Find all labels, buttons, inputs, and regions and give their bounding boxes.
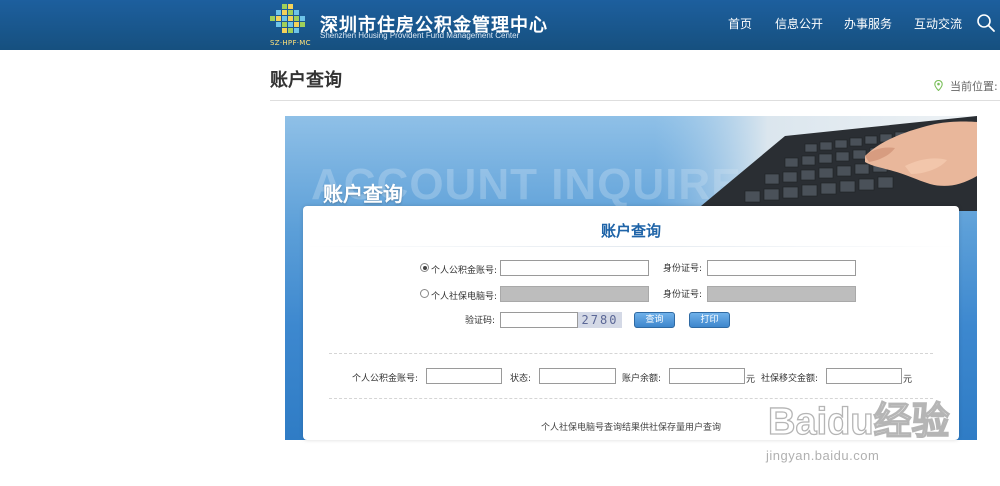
result-account-field	[426, 368, 502, 384]
radio-social-security[interactable]	[420, 289, 429, 298]
print-button[interactable]: 打印	[689, 312, 730, 328]
top-header: SZ·HPF·MC 深圳市住房公积金管理中心 Shenzhen Housing …	[0, 0, 1000, 50]
keyboard-hand-illustration	[655, 116, 977, 211]
form-divider	[329, 353, 933, 354]
result-account-label: 个人公积金账号:	[352, 374, 419, 384]
fund-account-label: 个人公积金账号:	[431, 266, 498, 276]
banner-title: 账户查询	[323, 182, 403, 206]
social-security-label: 个人社保电脑号:	[431, 292, 498, 302]
card-title: 账户查询	[600, 222, 661, 240]
id-number-input-2	[707, 286, 856, 302]
social-security-input	[500, 286, 649, 302]
radio-fund-account[interactable]	[420, 263, 429, 272]
result-balance-label: 账户余额:	[622, 374, 662, 384]
logo-caption: SZ·HPF·MC	[270, 39, 311, 47]
card-title-divider	[303, 246, 959, 247]
site-subtitle: Shenzhen Housing Provident Fund Manageme…	[320, 31, 520, 40]
captcha-label: 验证码:	[465, 316, 496, 326]
nav-services[interactable]: 办事服务	[844, 0, 892, 50]
id-number-label: 身份证号:	[663, 264, 703, 274]
watermark-text: Baidu经验	[768, 401, 950, 443]
search-icon[interactable]	[976, 13, 996, 33]
breadcrumb-label: 当前位置:	[950, 80, 998, 93]
id-number-label-2: 身份证号:	[663, 290, 703, 300]
result-transfer-unit: 元	[903, 375, 913, 385]
id-number-input[interactable]	[707, 260, 856, 276]
nav-home[interactable]: 首页	[728, 0, 752, 50]
location-pin-icon	[934, 80, 943, 91]
result-balance-field	[669, 368, 745, 384]
query-button[interactable]: 查询	[634, 312, 675, 328]
title-divider	[270, 100, 1000, 101]
watermark-url: jingyan.baidu.com	[766, 448, 880, 463]
nav-interaction[interactable]: 互动交流	[914, 0, 962, 50]
result-status-field	[539, 368, 616, 384]
result-transfer-field	[826, 368, 902, 384]
nav-info-disclosure[interactable]: 信息公开	[775, 0, 823, 50]
captcha-image[interactable]: 2780	[578, 312, 622, 328]
page-title: 账户查询	[270, 70, 342, 91]
fund-account-input[interactable]	[500, 260, 649, 276]
result-balance-unit: 元	[746, 375, 756, 385]
captcha-input[interactable]	[500, 312, 578, 328]
result-status-label: 状态:	[510, 374, 532, 384]
result-transfer-label: 社保移交金额:	[761, 374, 819, 384]
